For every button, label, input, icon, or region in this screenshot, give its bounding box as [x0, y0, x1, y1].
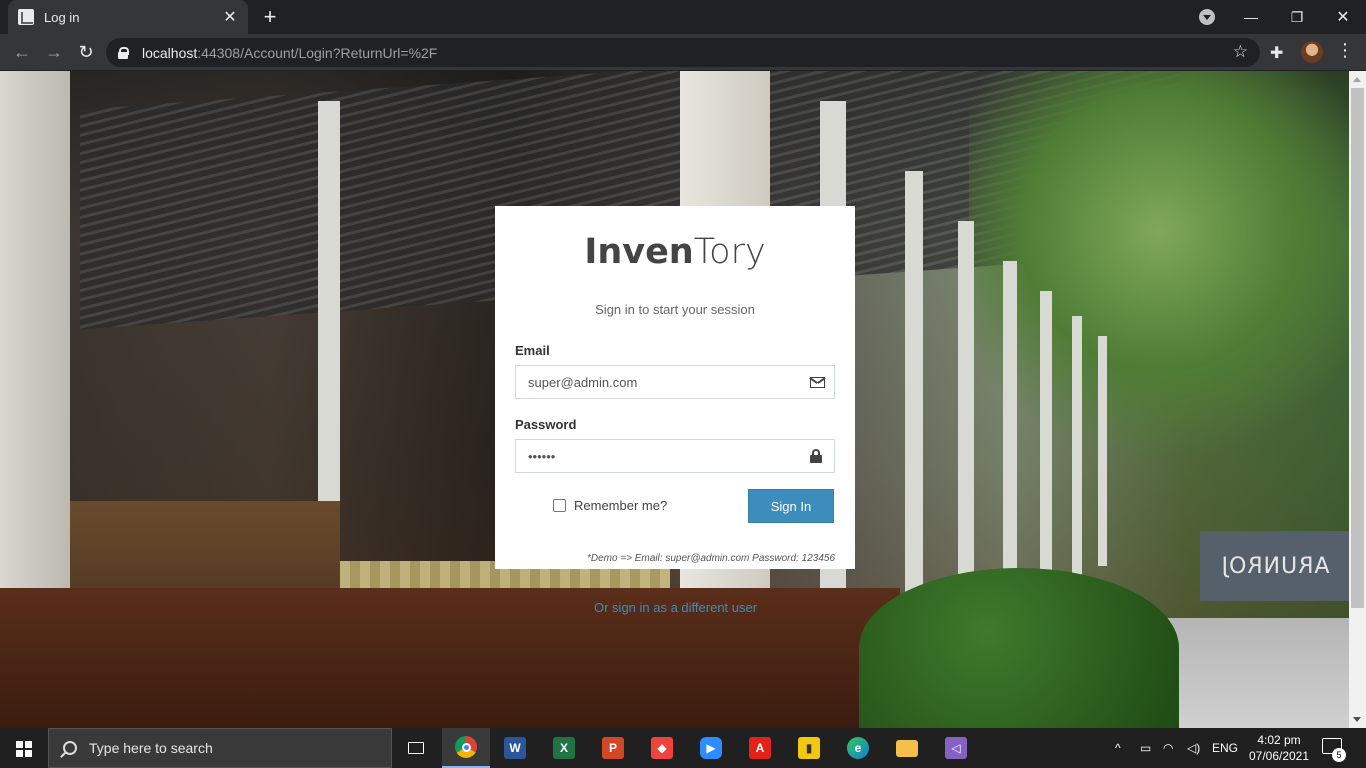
excel-icon: X: [553, 737, 575, 759]
windows-logo-icon-part: [16, 750, 23, 757]
remember-me-checkbox[interactable]: [553, 499, 566, 512]
page-favicon-icon: [18, 9, 34, 25]
clock-date: 07/06/2021: [1248, 749, 1310, 763]
chrome-icon: [455, 736, 477, 758]
login-actions: Remember me? Sign In: [515, 489, 835, 523]
taskbar-search-box[interactable]: Type here to search: [48, 728, 392, 768]
powerpoint-icon: P: [602, 737, 624, 759]
task-view-icon: [408, 742, 424, 754]
start-button[interactable]: [0, 728, 48, 768]
scrollbar-thumb[interactable]: [1351, 88, 1364, 608]
taskbar-chrome[interactable]: [442, 728, 490, 768]
remember-me[interactable]: Remember me?: [553, 498, 667, 513]
reload-button[interactable]: ↻: [74, 40, 98, 64]
taskbar-powerpoint[interactable]: P: [589, 728, 637, 768]
taskbar-file-explorer[interactable]: [883, 728, 931, 768]
lock-icon: [810, 449, 822, 463]
login-box-message: Sign in to start your session: [595, 302, 755, 317]
meet-now-icon[interactable]: ▭: [1140, 728, 1151, 768]
taskbar-visual-studio[interactable]: ◁: [932, 728, 980, 768]
taskbar-anydesk[interactable]: ◆: [638, 728, 686, 768]
clock-time: 4:02 pm: [1257, 733, 1301, 747]
background-sign: ARUNROJ: [1200, 531, 1349, 601]
notification-count-badge: 5: [1332, 748, 1346, 762]
browser-menu-icon[interactable]: ⋮: [1335, 40, 1355, 61]
search-icon: [63, 741, 77, 755]
forward-button[interactable]: →: [42, 40, 66, 64]
login-box: InvenTory Sign in to start your session …: [495, 206, 855, 569]
folder-icon: [896, 739, 918, 757]
anydesk-icon: ◆: [651, 737, 673, 759]
browser-tab-bar: Log in ✕ + — ❐ ✕: [0, 0, 1366, 34]
email-field-wrapper: [515, 365, 835, 399]
page-background: ARUNROJ InvenTory Sign in to start your …: [0, 71, 1349, 728]
demo-credentials-note: *Demo => Email: super@admin.com Password…: [586, 553, 835, 564]
windows-taskbar: Type here to search W X P ◆ ▶ A ▮ e ◁ ^ …: [0, 728, 1366, 768]
page-scrollbar[interactable]: [1349, 71, 1366, 728]
volume-icon[interactable]: ◁): [1187, 728, 1200, 768]
profile-avatar[interactable]: [1301, 41, 1323, 63]
zoom-icon: ▶: [700, 737, 722, 759]
password-field-wrapper: [515, 439, 835, 473]
windows-logo-icon-part: [25, 750, 32, 757]
taskbar-search-placeholder: Type here to search: [89, 740, 213, 756]
background-floor: [0, 588, 900, 728]
taskbar-zoom[interactable]: ▶: [687, 728, 735, 768]
background-bush: [859, 568, 1179, 728]
minimize-button[interactable]: —: [1228, 0, 1274, 34]
remember-me-label: Remember me?: [574, 498, 668, 513]
windows-logo-icon: [16, 741, 23, 748]
close-tab-icon[interactable]: ✕: [222, 7, 238, 27]
show-hidden-icons-button[interactable]: ^: [1115, 728, 1121, 768]
lock-icon[interactable]: [118, 46, 129, 59]
sign-in-button[interactable]: Sign In: [748, 489, 834, 523]
password-field[interactable]: [516, 440, 834, 472]
close-window-button[interactable]: ✕: [1320, 0, 1366, 34]
background-pillar: [1040, 291, 1052, 591]
bookmark-star-icon[interactable]: ☆: [1233, 42, 1248, 62]
taskbar-acrobat[interactable]: A: [736, 728, 784, 768]
browser-toolbar: ← → ↻ localhost:44308/Account/Login?Retu…: [0, 34, 1366, 71]
task-view-button[interactable]: [392, 728, 440, 768]
envelope-icon: [810, 377, 825, 388]
taskbar-edge[interactable]: e: [834, 728, 882, 768]
email-label: Email: [515, 343, 550, 358]
email-field[interactable]: [516, 366, 834, 398]
background-pillar: [1098, 336, 1107, 566]
extensions-puzzle-icon[interactable]: ✚: [1270, 43, 1283, 63]
language-indicator[interactable]: ENG: [1212, 728, 1238, 768]
edge-icon: e: [847, 737, 869, 759]
scroll-down-arrow-icon[interactable]: [1353, 717, 1361, 722]
taskbar-excel[interactable]: X: [540, 728, 588, 768]
restore-button[interactable]: ❐: [1274, 0, 1320, 34]
visual-studio-icon: ◁: [945, 737, 967, 759]
taskbar-powerbi[interactable]: ▮: [785, 728, 833, 768]
app-logo: InvenTory: [584, 232, 766, 272]
taskbar-clock[interactable]: 4:02 pm 07/06/2021: [1248, 732, 1310, 764]
background-street: [1149, 618, 1349, 728]
new-tab-button[interactable]: +: [258, 5, 282, 29]
different-user-link[interactable]: Or sign in as a different user: [594, 600, 757, 615]
word-icon: W: [504, 737, 526, 759]
address-bar[interactable]: localhost:44308/Account/Login?ReturnUrl=…: [106, 38, 1260, 67]
powerbi-icon: ▮: [798, 737, 820, 759]
url-text[interactable]: localhost:44308/Account/Login?ReturnUrl=…: [142, 45, 437, 61]
back-button[interactable]: ←: [10, 40, 34, 64]
windows-logo-icon-part: [25, 741, 32, 748]
tab-title: Log in: [44, 9, 80, 25]
wifi-icon[interactable]: ◠: [1163, 728, 1173, 768]
scroll-up-arrow-icon[interactable]: [1353, 77, 1361, 82]
background-tree: [969, 71, 1349, 471]
acrobat-icon: A: [749, 737, 771, 759]
background-pillar: [1003, 261, 1017, 621]
taskbar-word[interactable]: W: [491, 728, 539, 768]
browser-tab[interactable]: Log in ✕: [8, 0, 248, 34]
password-label: Password: [515, 417, 577, 432]
background-pillar: [1072, 316, 1082, 576]
tab-search-icon[interactable]: [1199, 9, 1215, 25]
